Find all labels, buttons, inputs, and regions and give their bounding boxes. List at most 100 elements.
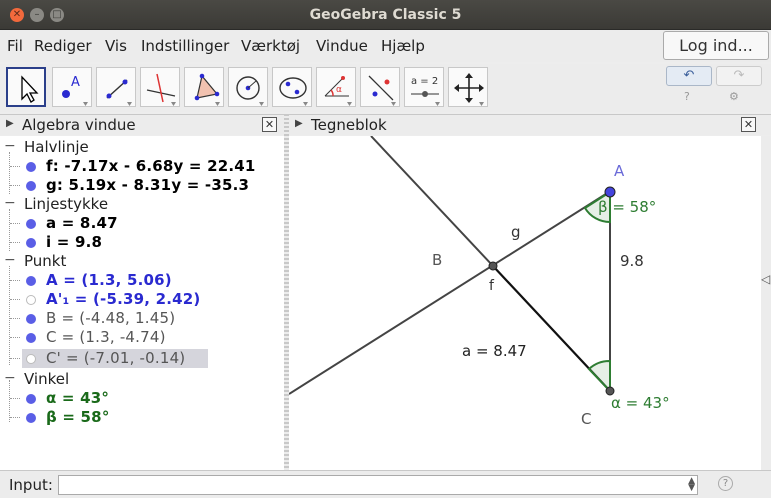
algebra-item[interactable]: B = (-4.48, 1.45) [0, 309, 284, 328]
input-field[interactable] [59, 478, 679, 497]
group-vinkel[interactable]: − Vinkel [0, 370, 284, 389]
algebra-item[interactable]: C' = (-7.01, -0.14) [0, 349, 284, 368]
group-halvlinje[interactable]: − Halvlinje [0, 138, 284, 157]
algebra-item-text: A = (1.3, 5.06) [46, 271, 172, 289]
algebra-item[interactable]: i = 9.8 [0, 233, 284, 252]
algebra-item[interactable]: β = 58° [0, 408, 284, 427]
group-label: Linjestykke [24, 195, 109, 213]
ray-f[interactable] [370, 136, 494, 267]
svg-text:α: α [336, 85, 342, 95]
visibility-toggle[interactable] [26, 394, 36, 404]
algebra-item[interactable]: α = 43° [0, 389, 284, 408]
panel-toggle-icon[interactable]: ▶ [6, 118, 14, 129]
angle-icon[interactable]: α [316, 67, 356, 107]
label-point-b: B [432, 251, 442, 269]
slider-icon-label: a = 2 [411, 76, 438, 87]
algebra-item[interactable]: a = 8.47 [0, 214, 284, 233]
ellipse-icon[interactable] [272, 67, 312, 107]
visibility-toggle[interactable] [26, 354, 36, 364]
svg-text:A: A [71, 75, 80, 90]
slider-icon[interactable]: a = 2 [404, 67, 444, 107]
right-sidebar-strip [761, 136, 771, 470]
visibility-toggle[interactable] [26, 276, 36, 286]
perpendicular-line-icon[interactable] [140, 67, 180, 107]
group-punkt[interactable]: − Punkt [0, 252, 284, 271]
group-label: Halvlinje [24, 138, 89, 156]
close-algebra-button[interactable]: ✕ [262, 117, 277, 132]
visibility-toggle[interactable] [26, 238, 36, 248]
label-angle-alpha: α = 43° [611, 394, 670, 412]
visibility-toggle[interactable] [26, 413, 36, 423]
window-title: GeoGebra Classic 5 [309, 7, 462, 23]
algebra-item[interactable]: f: -7.17x - 6.68y = 22.41 [0, 157, 284, 176]
graphics-view[interactable]: A B C f g 9.8 a = 8.47 β = 58° α = 43° [289, 136, 761, 470]
visibility-toggle[interactable] [26, 333, 36, 343]
label-segment-i: 9.8 [620, 252, 644, 270]
algebra-item[interactable]: C = (1.3, -4.74) [0, 328, 284, 347]
menu-tools[interactable]: Værktøj [241, 37, 300, 55]
group-label: Vinkel [24, 370, 70, 388]
angle-alpha-arc[interactable] [587, 359, 611, 394]
menu-settings[interactable]: Indstillinger [141, 37, 229, 55]
algebra-panel-header: ▶ Algebra vindue ✕ [0, 114, 284, 135]
visibility-toggle[interactable] [26, 219, 36, 229]
algebra-view: − Halvlinje f: -7.17x - 6.68y = 22.41 g:… [0, 136, 284, 470]
label-angle-beta: β = 58° [598, 198, 656, 216]
algebra-panel-title: Algebra vindue [22, 116, 136, 134]
panel-toggle-icon[interactable]: ▶ [295, 118, 303, 129]
menu-window[interactable]: Vindue [316, 37, 368, 55]
gear-icon[interactable]: ⚙ [729, 90, 739, 103]
algebra-item[interactable]: A'₁ = (-5.39, 2.42) [0, 290, 284, 309]
input-help-icon[interactable]: ? [718, 476, 733, 491]
visibility-toggle[interactable] [26, 181, 36, 191]
input-label: Input: [9, 476, 53, 494]
login-button[interactable]: Log ind... [663, 31, 769, 60]
label-ray-f: f [489, 278, 495, 294]
point-icon[interactable]: A [52, 67, 92, 107]
reflect-icon[interactable] [360, 67, 400, 107]
algebra-item-text: β = 58° [46, 408, 110, 426]
graphics-panel-title: Tegneblok [311, 116, 387, 134]
algebra-item-text: i = 9.8 [46, 233, 103, 251]
algebra-item-text: B = (-4.48, 1.45) [46, 309, 176, 327]
visibility-toggle[interactable] [26, 162, 36, 172]
algebra-item[interactable]: A = (1.3, 5.06) [0, 271, 284, 290]
visibility-toggle[interactable] [26, 295, 36, 305]
menu-bar: Fil Rediger Vis Indstillinger Værktøj Vi… [0, 30, 771, 62]
collapse-icon[interactable]: − [4, 252, 16, 268]
point-a[interactable] [604, 186, 616, 198]
group-label: Punkt [24, 252, 67, 270]
menu-edit[interactable]: Rediger [34, 37, 92, 55]
move-view-icon[interactable] [448, 67, 488, 107]
algebra-item-text: g: 5.19x - 8.31y = -35.3 [46, 176, 250, 194]
ray-g[interactable] [289, 191, 610, 395]
collapse-icon[interactable]: − [4, 370, 16, 386]
help-icon[interactable]: ? [684, 90, 690, 103]
circle-icon[interactable] [228, 67, 268, 107]
group-linjestykke[interactable]: − Linjestykke [0, 195, 284, 214]
algebra-item-text: C = (1.3, -4.74) [46, 328, 166, 346]
line-icon[interactable] [96, 67, 136, 107]
close-graphics-button[interactable]: ✕ [741, 117, 756, 132]
visibility-toggle[interactable] [26, 314, 36, 324]
algebra-item-text: A'₁ = (-5.39, 2.42) [46, 290, 201, 308]
label-segment-a: a = 8.47 [462, 342, 527, 360]
drawing-canvas[interactable]: A B C f g 9.8 a = 8.47 β = 58° α = 43° [289, 136, 761, 470]
point-b[interactable] [488, 261, 498, 271]
collapse-icon[interactable]: − [4, 195, 16, 211]
menu-view[interactable]: Vis [105, 37, 127, 55]
label-ray-g: g [511, 223, 521, 241]
menu-help[interactable]: Hjælp [381, 37, 425, 55]
graphics-panel-header: ▶ Tegneblok ✕ [289, 114, 771, 135]
menu-file[interactable]: Fil [7, 37, 23, 55]
title-bar: ✕ – □ GeoGebra Classic 5 [0, 0, 771, 30]
move-arrow-icon[interactable] [6, 67, 46, 107]
expand-sidebar-icon[interactable]: ◁ [761, 272, 770, 286]
collapse-icon[interactable]: − [4, 138, 16, 154]
label-point-a: A [614, 162, 625, 180]
polygon-icon[interactable] [184, 67, 224, 107]
undo-button[interactable]: ↶ [666, 66, 712, 86]
algebra-item[interactable]: g: 5.19x - 8.31y = -35.3 [0, 176, 284, 195]
redo-button[interactable]: ↷ [716, 66, 762, 86]
input-history-icon[interactable]: ▲ ▼ [688, 477, 695, 493]
